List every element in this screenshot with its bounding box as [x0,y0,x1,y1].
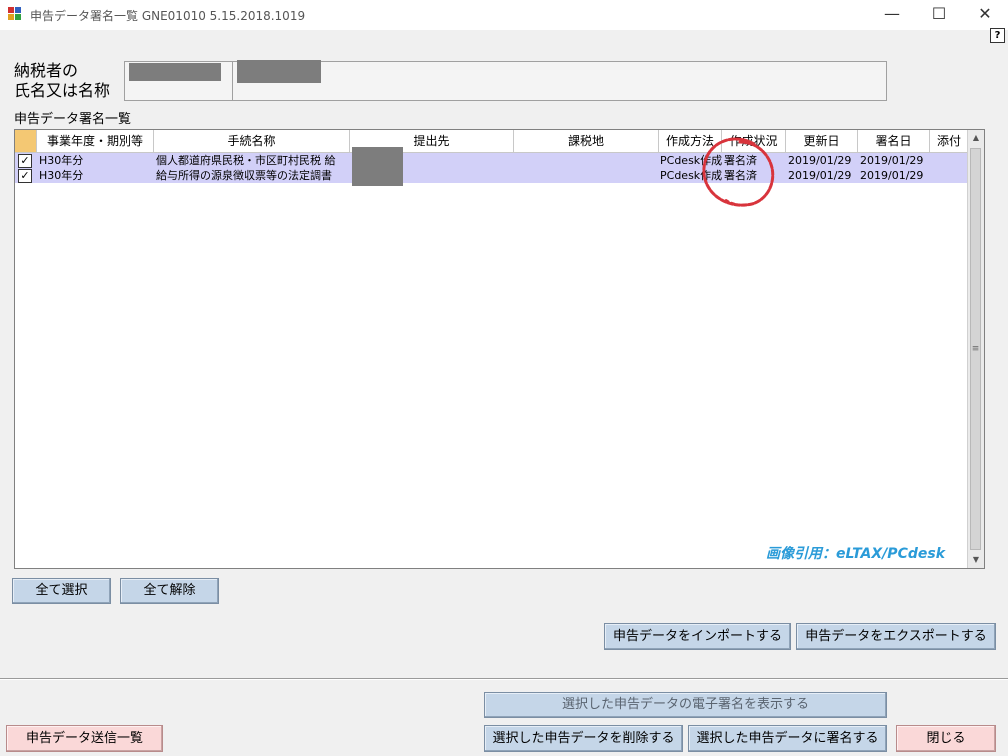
cell-signed: 2019/01/29 [860,154,924,167]
grip-icon: ≡ [971,344,980,354]
watermark-text: 画像引用：eLTAX/PCdesk [766,546,945,562]
select-all-button[interactable]: 全て選択 [12,578,111,604]
delete-button[interactable]: 選択した申告データを削除する [484,725,683,752]
section-divider [0,678,1008,680]
col-header-period[interactable]: 事業年度・期別等 [37,130,154,152]
grid-header: 事業年度・期別等 手続名称 提出先 課税地 作成方法 作成状況 更新日 署名日 … [15,130,969,153]
grid-corner [15,130,37,152]
cell-procedure: 給与所得の源泉徴収票等の法定調書 [156,169,332,182]
redacted-block [352,147,403,186]
stamp-circle-icon [702,137,775,207]
sign-button[interactable]: 選択した申告データに署名する [688,725,887,752]
col-header-attachment[interactable]: 添付 [930,130,969,152]
list-label: 申告データ署名一覧 [14,112,132,127]
vertical-scrollbar[interactable]: ▲ ≡ ▼ [967,130,984,568]
show-signature-button[interactable]: 選択した申告データの電子署名を表示する [484,692,887,718]
cell-period: H30年分 [39,169,84,182]
help-icon[interactable]: ? [990,28,1005,43]
cell-procedure: 個人都道府県民税・市区町村民税 給 [156,154,336,167]
col-header-tax-location[interactable]: 課税地 [514,130,659,152]
signature-list-grid[interactable]: 事業年度・期別等 手続名称 提出先 課税地 作成方法 作成状況 更新日 署名日 … [14,129,985,569]
cell-updated: 2019/01/29 [788,154,852,167]
cell-updated: 2019/01/29 [788,169,852,182]
cell-period: H30年分 [39,154,84,167]
row-checkbox[interactable]: ✓ [18,154,32,168]
col-header-procedure[interactable]: 手続名称 [154,130,350,152]
col-header-updated[interactable]: 更新日 [786,130,858,152]
row-checkbox[interactable]: ✓ [18,169,32,183]
cell-signed: 2019/01/29 [860,169,924,182]
taxpayer-label: 納税者の 氏名又は名称 [14,61,110,101]
taxpayer-label-line2: 氏名又は名称 [14,81,111,100]
window-title: 申告データ署名一覧 GNE01010 5.15.2018.1019 [30,9,306,23]
send-list-button[interactable]: 申告データ送信一覧 [6,725,163,752]
import-button[interactable]: 申告データをインポートする [604,623,791,650]
deselect-all-button[interactable]: 全て解除 [120,578,219,604]
redacted-block [237,60,321,83]
col-header-signed[interactable]: 署名日 [858,130,930,152]
taxpayer-label-line1: 納税者の [14,61,79,80]
maximize-button[interactable]: ☐ [916,0,962,30]
scroll-up-icon[interactable]: ▲ [968,130,984,146]
table-row[interactable]: ✓ H30年分 個人都道府県民税・市区町村民税 給 PCdesk作成 署名済 2… [15,153,969,168]
scroll-thumb[interactable]: ≡ [970,148,981,550]
minimize-button[interactable]: — [869,0,915,30]
redacted-block [129,63,221,81]
scroll-down-icon[interactable]: ▼ [968,552,984,568]
close-button[interactable]: 閉じる [896,725,996,752]
table-row[interactable]: ✓ H30年分 給与所得の源泉徴収票等の法定調書 PCdesk作成 署名済 20… [15,168,969,183]
export-button[interactable]: 申告データをエクスポートする [796,623,996,650]
taxpayer-name-field [232,60,887,101]
app-icon [8,7,22,21]
taxpayer-id-field [124,61,233,101]
close-window-button[interactable]: ✕ [962,0,1008,30]
